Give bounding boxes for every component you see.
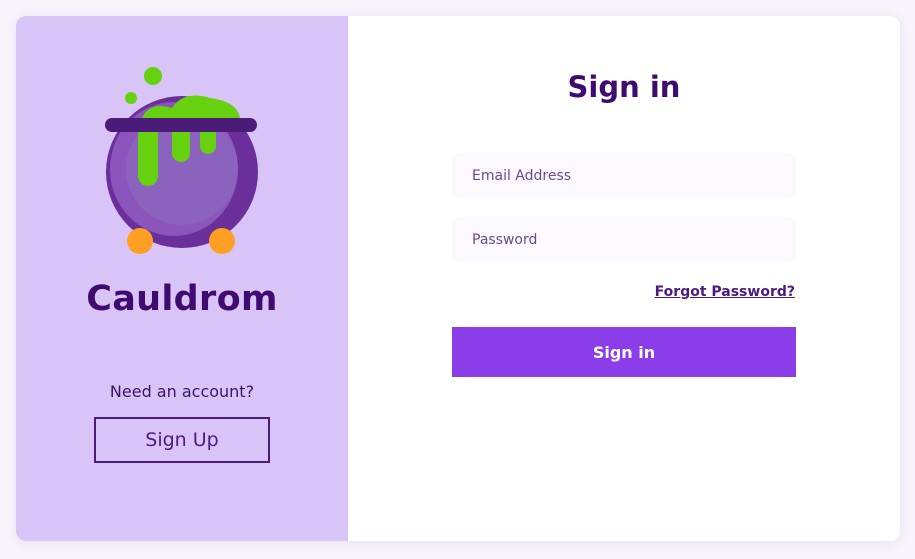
password-field[interactable] [452, 218, 796, 261]
brand-name: Cauldrom [86, 279, 278, 319]
sign-up-button[interactable]: Sign Up [94, 417, 270, 463]
auth-card: Cauldrom Need an account? Sign Up Sign i… [16, 16, 900, 541]
sign-in-panel: Sign in Forgot Password? Sign in [348, 16, 900, 541]
page-title: Sign in [567, 70, 681, 104]
need-account-text: Need an account? [109, 382, 255, 401]
brand-panel: Cauldrom Need an account? Sign Up [16, 16, 348, 541]
cauldron-icon [105, 67, 258, 254]
forgot-password-link[interactable]: Forgot Password? [655, 284, 795, 300]
sign-in-button[interactable]: Sign in [452, 327, 796, 377]
email-field[interactable] [452, 154, 796, 197]
